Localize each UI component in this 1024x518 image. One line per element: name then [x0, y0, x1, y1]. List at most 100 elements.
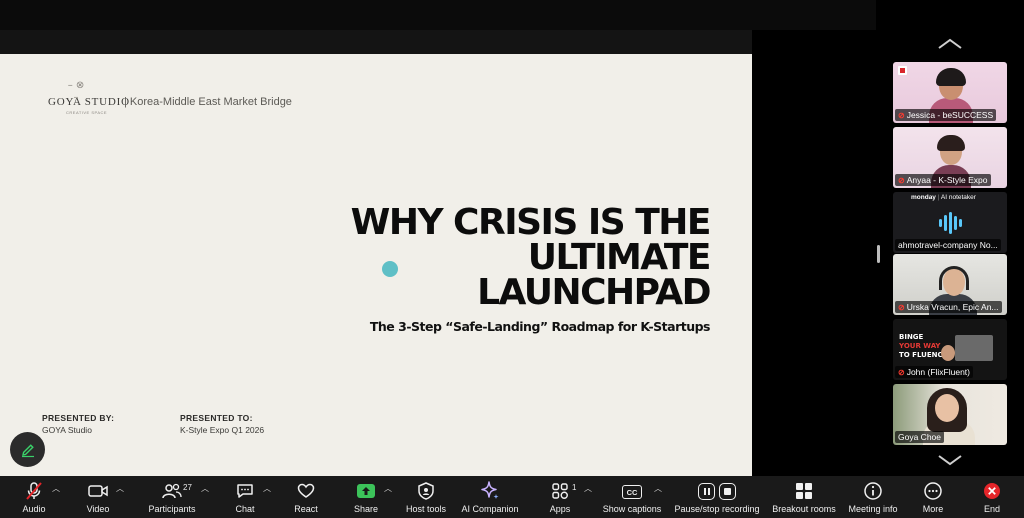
captions-options-caret-icon[interactable]: ︿: [654, 483, 662, 494]
share-button[interactable]: Share: [350, 476, 382, 518]
share-screen-icon: [357, 484, 375, 498]
ai-companion-button[interactable]: AI Companion: [460, 476, 520, 518]
brand-logo: monday | AI notetaker: [911, 194, 976, 201]
slide-tagline: | Korea-Middle East Market Bridge: [124, 96, 292, 108]
slide-subtitle: The 3-Step “Safe-Landing” Roadmap for K-…: [369, 319, 711, 334]
participant-name: Anyaa - K-Style Expo: [906, 175, 988, 185]
participant-name-tag: ahmotravel-company No...: [895, 239, 1001, 251]
person-face: [941, 345, 955, 361]
mic-muted-icon: ⊘: [898, 367, 905, 377]
react-button[interactable]: React: [290, 476, 322, 518]
participant-name: Urska Vracun, Epic An...: [906, 302, 999, 312]
show-captions-label: Show captions: [602, 504, 662, 514]
meeting-info-label: Meeting info: [848, 504, 898, 514]
stop-icon: [719, 482, 736, 500]
microphone-muted-icon: [26, 482, 42, 500]
pause-stop-recording-button[interactable]: Pause/stop recording: [672, 476, 762, 518]
pause-recording-label: Pause/stop recording: [674, 504, 760, 514]
pencil-icon: [21, 443, 34, 457]
participants-icon: [162, 483, 182, 499]
more-button[interactable]: More: [918, 476, 948, 518]
more-ellipsis-icon: [924, 482, 942, 500]
promo-line-3: TO FLUENC: [899, 351, 943, 359]
share-options-caret-icon[interactable]: ︿: [384, 483, 392, 494]
logo-subtext: CREATIVE SPACE: [66, 110, 108, 115]
audio-label: Audio: [22, 504, 46, 514]
app-badge-icon: [898, 66, 907, 75]
slide-headline: WHY CRISIS IS THE ULTIMATE LAUNCHPAD: [250, 202, 712, 313]
end-meeting-button[interactable]: End: [978, 476, 1006, 518]
chat-button[interactable]: Chat: [230, 476, 260, 518]
participant-tile[interactable]: Goya Choe: [893, 384, 1007, 445]
presented-to-value: K-Style Expo Q1 2026: [180, 425, 265, 435]
chat-label: Chat: [235, 504, 255, 514]
end-label: End: [983, 504, 1000, 514]
host-tools-button[interactable]: Host tools: [404, 476, 448, 518]
breakout-rooms-label: Breakout rooms: [772, 504, 836, 514]
ai-sparkle-icon: [481, 481, 499, 499]
headline-line-1: WHY CRISIS IS THE: [350, 202, 712, 243]
participants-label: Participants: [148, 504, 196, 514]
scroll-up-chevron-icon[interactable]: [936, 36, 964, 52]
presented-to-label: PRESENTED TO:: [180, 413, 253, 423]
person-hair: [936, 68, 966, 86]
headline-line-3: LAUNCHPAD: [477, 272, 711, 313]
share-header-bar: [0, 30, 752, 54]
chat-bubble-icon: [237, 484, 253, 498]
apps-button[interactable]: Apps: [545, 476, 575, 518]
annotate-button[interactable]: [10, 432, 45, 467]
video-options-caret-icon[interactable]: ︿: [116, 483, 124, 494]
video-camera-icon: [88, 485, 108, 497]
host-tools-label: Host tools: [405, 504, 447, 514]
info-icon: [864, 482, 882, 500]
video-button[interactable]: Video: [80, 476, 116, 518]
apps-count: 1: [572, 483, 577, 492]
presented-by-label: PRESENTED BY:: [42, 413, 115, 423]
promo-text: BINGE YOUR WAY TO FLUENC: [899, 333, 943, 360]
logo-mark: – ⊗ –: [67, 80, 85, 103]
react-label: React: [294, 504, 318, 514]
participant-tile[interactable]: ⊘ Anyaa - K-Style Expo: [893, 127, 1007, 188]
participant-tile[interactable]: ⊘ Jessica - beSUCCESS: [893, 62, 1007, 123]
audio-options-caret-icon[interactable]: ︿: [52, 483, 60, 494]
notetaker-icon: [937, 212, 963, 234]
participant-tile[interactable]: ⊘ Urska Vracun, Epic An...: [893, 254, 1007, 315]
participants-count: 27: [183, 483, 192, 492]
participant-name-tag: ⊘ Jessica - beSUCCESS: [895, 109, 997, 121]
share-right-area: [752, 30, 876, 476]
participant-name: Goya Choe: [898, 432, 941, 442]
brand-name: monday: [911, 194, 936, 201]
scroll-down-chevron-icon[interactable]: [936, 452, 964, 468]
participant-name: John (FlixFluent): [906, 367, 971, 377]
participant-tile[interactable]: monday | AI notetaker ahmotravel-company…: [893, 192, 1007, 253]
participant-tile[interactable]: BINGE YOUR WAY TO FLUENC ⊘ John (FlixFlue…: [893, 319, 1007, 380]
apps-options-caret-icon[interactable]: ︿: [584, 483, 592, 494]
pause-icon: [698, 482, 715, 500]
share-top-area: [0, 0, 876, 30]
promo-line-1: BINGE: [899, 333, 924, 341]
participant-name: Jessica - beSUCCESS: [906, 110, 994, 120]
presented-by-value: GOYA Studio: [42, 425, 92, 435]
breakout-rooms-button[interactable]: Breakout rooms: [770, 476, 838, 518]
cc-icon: CC: [622, 485, 642, 499]
share-label: Share: [353, 504, 379, 514]
shield-icon: [418, 482, 434, 500]
end-call-icon: [984, 483, 1000, 499]
mic-muted-icon: ⊘: [898, 110, 905, 120]
person-face: [935, 394, 959, 422]
headphones: [939, 266, 969, 290]
audio-button[interactable]: Audio: [14, 476, 54, 518]
apps-grid-icon: [552, 483, 568, 499]
promo-line-2: YOUR WAY: [899, 342, 941, 350]
accent-dot: [382, 261, 398, 277]
panel-resize-handle[interactable]: [877, 245, 880, 263]
chat-options-caret-icon[interactable]: ︿: [263, 483, 271, 494]
apps-label: Apps: [549, 504, 571, 514]
participants-options-caret-icon[interactable]: ︿: [201, 483, 209, 494]
shared-slide: – ⊗ – GOYA STUDIO CREATIVE SPACE | Korea…: [0, 54, 752, 476]
promo-screen: [955, 335, 993, 361]
ai-companion-label: AI Companion: [461, 504, 519, 514]
mic-muted-icon: ⊘: [898, 175, 905, 185]
meeting-info-button[interactable]: Meeting info: [846, 476, 900, 518]
person-hair: [937, 135, 965, 151]
